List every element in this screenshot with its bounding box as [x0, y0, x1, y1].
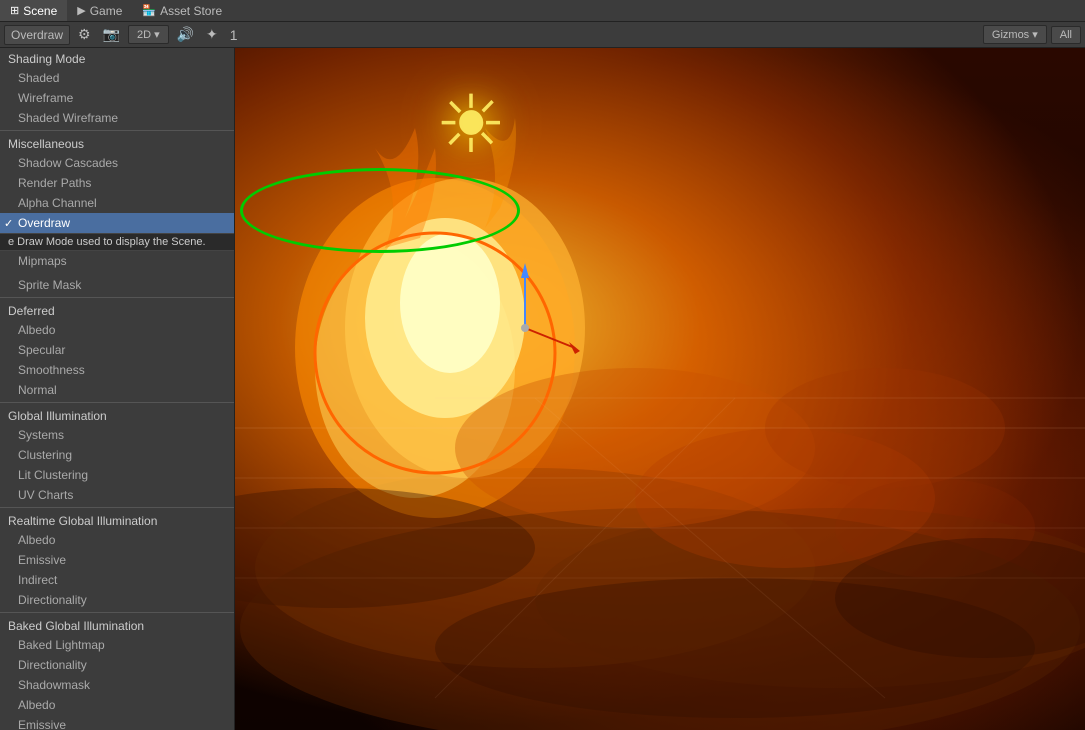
- realtime-gi-header: Realtime Global Illumination: [0, 510, 234, 530]
- menu-item-emissive-label: Emissive: [18, 553, 66, 567]
- separator-2: [0, 297, 234, 298]
- view-mode-chevron: ▾: [154, 28, 160, 41]
- menu-item-shaded-label: Shaded: [18, 71, 59, 85]
- menu-item-sprite-mask[interactable]: Sprite Mask: [0, 275, 234, 295]
- menu-item-alpha-channel[interactable]: Alpha Channel: [0, 193, 234, 213]
- menu-item-specular[interactable]: Specular: [0, 340, 234, 360]
- menu-item-shaded[interactable]: Shaded: [0, 68, 234, 88]
- menu-item-render-paths[interactable]: Render Paths: [0, 173, 234, 193]
- tooltip-bar: e Draw Mode used to display the Scene.: [0, 233, 234, 251]
- view-mode-dropdown[interactable]: 2D ▾: [128, 25, 169, 44]
- menu-item-uv-charts-gi-label: UV Charts: [18, 488, 73, 502]
- menu-item-directionality-baked[interactable]: Directionality: [0, 655, 234, 675]
- menu-item-systems[interactable]: Systems: [0, 425, 234, 445]
- menu-item-shaded-wireframe-label: Shaded Wireframe: [18, 111, 118, 125]
- toolbar-settings-icon[interactable]: ⚙: [74, 24, 95, 45]
- view-mode-label: 2D: [137, 29, 151, 41]
- tab-game-label: Game: [90, 4, 123, 18]
- menu-item-shadowmask[interactable]: Shadowmask: [0, 675, 234, 695]
- tooltip-text: e Draw Mode used to display the Scene.: [8, 236, 206, 248]
- tab-asset-store-label: Asset Store: [160, 4, 222, 18]
- separator-3: [0, 402, 234, 403]
- scene-tab-icon: ⊞: [10, 4, 19, 17]
- left-panel-menu: Shading Mode Shaded Wireframe Shaded Wir…: [0, 48, 235, 730]
- tab-scene[interactable]: ⊞ Scene: [0, 0, 67, 21]
- tab-asset-store[interactable]: 🏪 Asset Store: [132, 0, 232, 21]
- check-icon: ✓: [4, 217, 13, 230]
- menu-item-indirect[interactable]: Indirect: [0, 570, 234, 590]
- toolbar: Overdraw ⚙ 📷 2D ▾ 🔊 ✦ 1 Gizmos ▾ All: [0, 22, 1085, 48]
- misc-header: Miscellaneous: [0, 133, 234, 153]
- tab-scene-label: Scene: [23, 4, 57, 18]
- menu-item-shadow-cascades-label: Shadow Cascades: [18, 156, 118, 170]
- overdraw-mode-label[interactable]: Overdraw: [4, 25, 70, 45]
- menu-item-specular-label: Specular: [18, 343, 65, 357]
- menu-item-clustering[interactable]: Clustering: [0, 445, 234, 465]
- menu-item-normal-label: Normal: [18, 383, 57, 397]
- number-icon[interactable]: 1: [226, 25, 242, 45]
- game-tab-icon: ▶: [77, 4, 85, 17]
- global-illum-header: Global Illumination: [0, 405, 234, 425]
- menu-item-mipmaps[interactable]: Mipmaps: [0, 251, 234, 271]
- menu-item-mipmaps-label: Mipmaps: [18, 254, 67, 268]
- gizmos-label: Gizmos ▾: [992, 28, 1038, 41]
- menu-item-baked-lightmap[interactable]: Baked Lightmap: [0, 635, 234, 655]
- scene-viewport[interactable]: ☀: [235, 48, 1085, 730]
- menu-item-deferred-albedo[interactable]: Albedo: [0, 320, 234, 340]
- menu-item-shaded-wireframe[interactable]: Shaded Wireframe: [0, 108, 234, 128]
- deferred-header: Deferred: [0, 300, 234, 320]
- toolbar-camera-icon[interactable]: 📷: [99, 24, 124, 45]
- menu-item-render-paths-label: Render Paths: [18, 176, 91, 190]
- scene-background: [235, 48, 1085, 730]
- baked-gi-header: Baked Global Illumination: [0, 615, 234, 635]
- gizmos-dropdown[interactable]: Gizmos ▾: [983, 25, 1047, 44]
- menu-item-baked-emissive-label: Emissive: [18, 718, 66, 730]
- menu-item-systems-label: Systems: [18, 428, 64, 442]
- tab-bar: ⊞ Scene ▶ Game 🏪 Asset Store: [0, 0, 1085, 22]
- main-layout: Shading Mode Shaded Wireframe Shaded Wir…: [0, 48, 1085, 730]
- menu-item-baked-emissive[interactable]: Emissive: [0, 715, 234, 730]
- asset-store-tab-icon: 🏪: [142, 4, 156, 17]
- menu-item-realtime-albedo[interactable]: Albedo: [0, 530, 234, 550]
- shading-mode-header: Shading Mode: [0, 48, 234, 68]
- separator-1: [0, 130, 234, 131]
- menu-item-directionality-baked-label: Directionality: [18, 658, 87, 672]
- separator-5: [0, 612, 234, 613]
- audio-icon[interactable]: 🔊: [173, 24, 198, 45]
- menu-item-directionality-rt-label: Directionality: [18, 593, 87, 607]
- menu-item-smoothness[interactable]: Smoothness: [0, 360, 234, 380]
- separator-4: [0, 507, 234, 508]
- menu-item-clustering-label: Clustering: [18, 448, 72, 462]
- layers-label: All: [1060, 29, 1072, 41]
- menu-item-indirect-label: Indirect: [18, 573, 57, 587]
- menu-item-alpha-channel-label: Alpha Channel: [18, 196, 97, 210]
- menu-item-directionality-rt[interactable]: Directionality: [0, 590, 234, 610]
- menu-item-shadow-cascades[interactable]: Shadow Cascades: [0, 153, 234, 173]
- menu-item-wireframe[interactable]: Wireframe: [0, 88, 234, 108]
- menu-item-lit-clustering[interactable]: Lit Clustering: [0, 465, 234, 485]
- layers-dropdown[interactable]: All: [1051, 26, 1081, 44]
- menu-item-emissive[interactable]: Emissive: [0, 550, 234, 570]
- menu-item-baked-lightmap-label: Baked Lightmap: [18, 638, 105, 652]
- menu-item-uv-charts-gi[interactable]: UV Charts: [0, 485, 234, 505]
- menu-item-smoothness-label: Smoothness: [18, 363, 85, 377]
- menu-item-baked-albedo-label: Albedo: [18, 698, 55, 712]
- menu-item-overdraw-label: Overdraw: [18, 216, 70, 230]
- tab-game[interactable]: ▶ Game: [67, 0, 132, 21]
- menu-item-overdraw[interactable]: ✓ Overdraw: [0, 213, 234, 233]
- effects-icon[interactable]: ✦: [202, 24, 222, 45]
- menu-item-sprite-mask-label: Sprite Mask: [18, 278, 81, 292]
- menu-item-realtime-albedo-label: Albedo: [18, 533, 55, 547]
- menu-item-deferred-albedo-label: Albedo: [18, 323, 55, 337]
- menu-item-normal[interactable]: Normal: [0, 380, 234, 400]
- menu-item-shadowmask-label: Shadowmask: [18, 678, 90, 692]
- menu-item-wireframe-label: Wireframe: [18, 91, 73, 105]
- menu-item-baked-albedo[interactable]: Albedo: [0, 695, 234, 715]
- menu-item-lit-clustering-label: Lit Clustering: [18, 468, 88, 482]
